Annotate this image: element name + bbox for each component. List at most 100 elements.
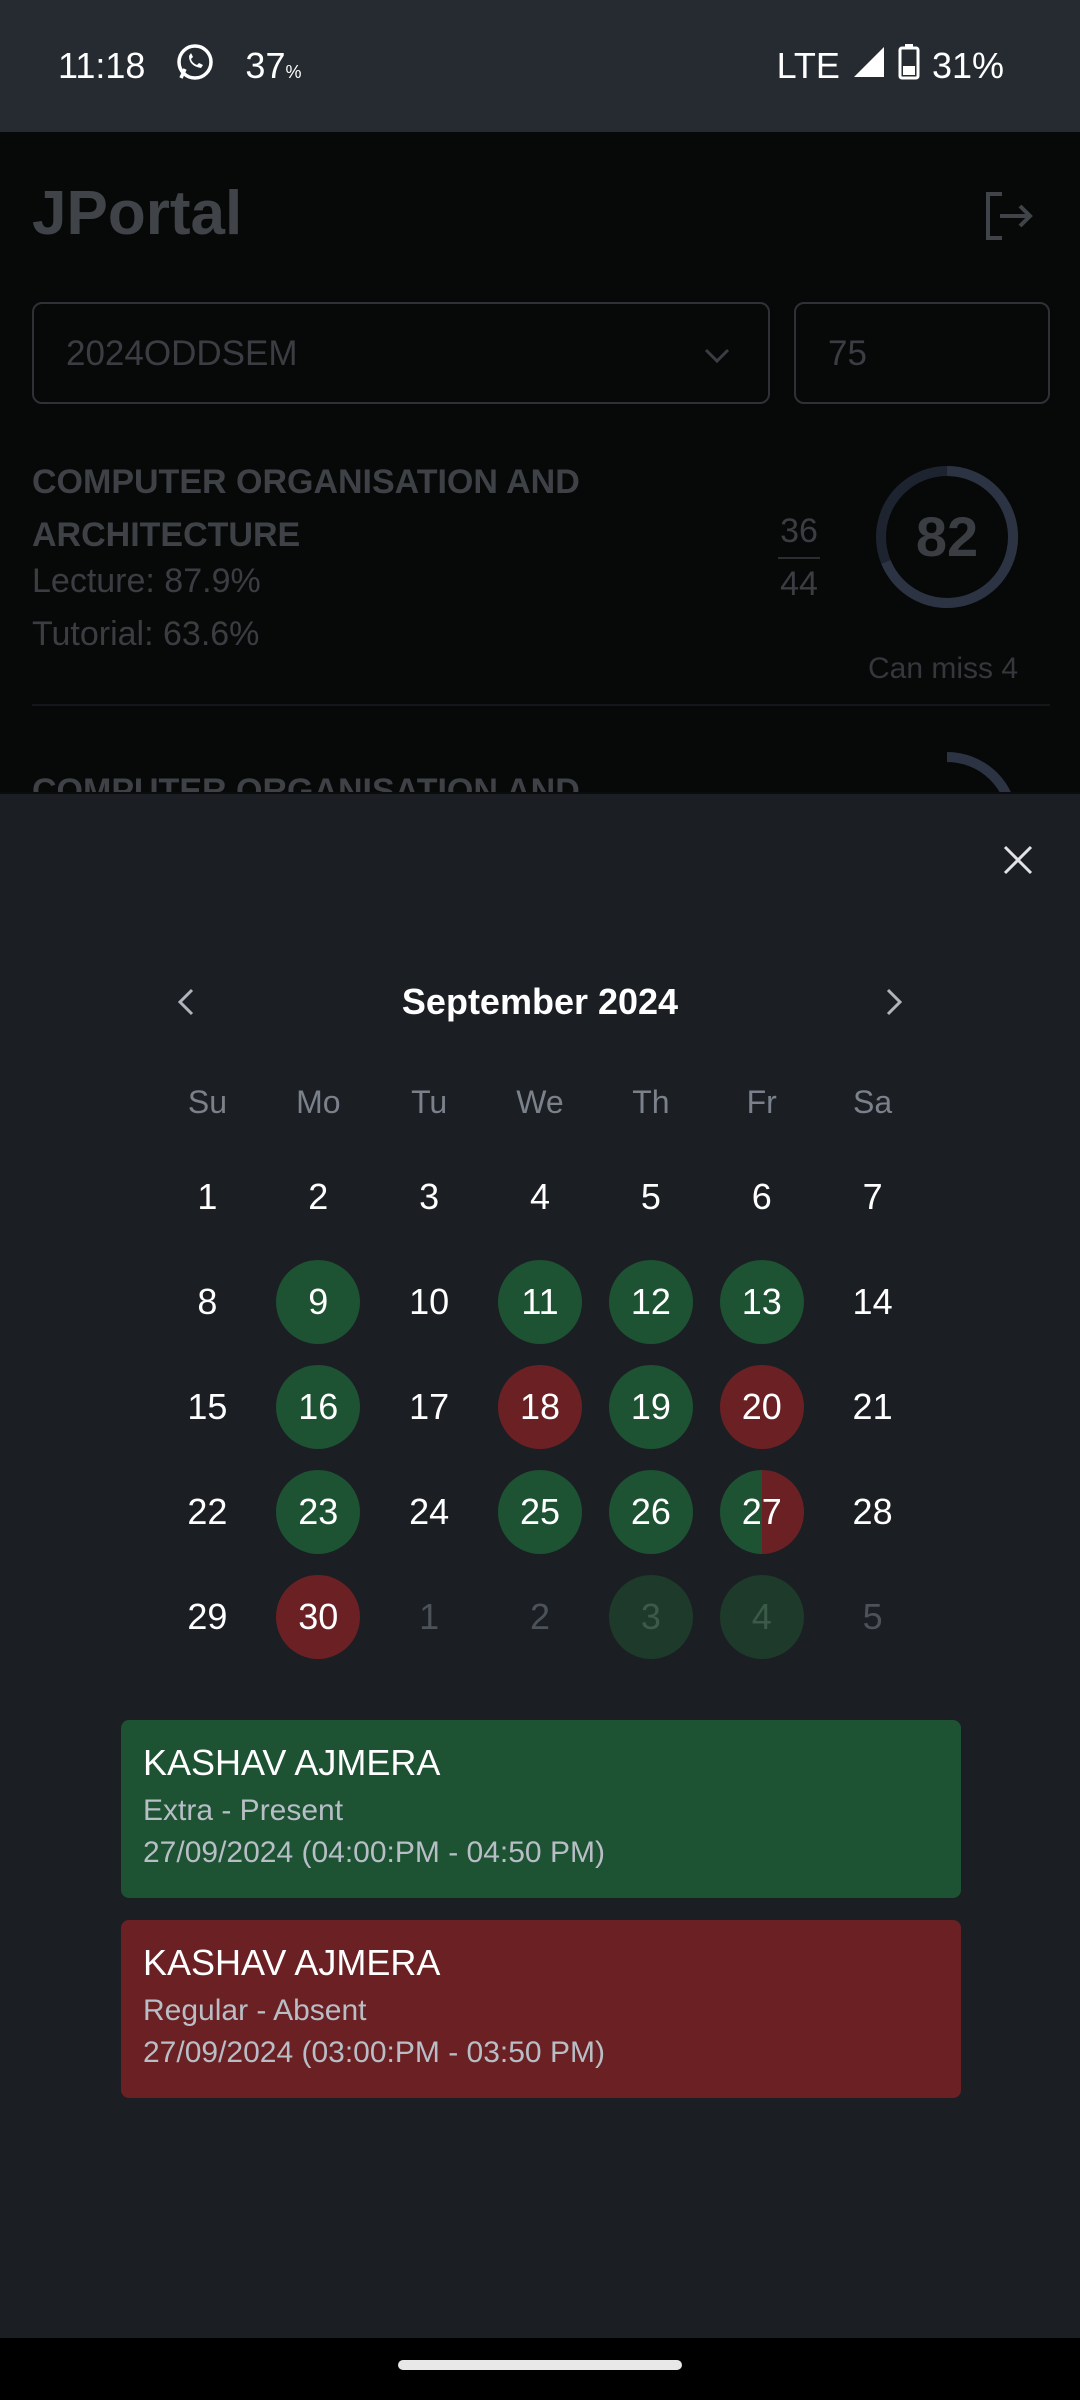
weekday-header: Su Mo Tu We Th Fr Sa xyxy=(152,1084,928,1121)
calendar-day-cell: 17 xyxy=(374,1354,485,1459)
calendar-day-cell: 18 xyxy=(485,1354,596,1459)
calendar-day-none[interactable]: 3 xyxy=(387,1155,471,1239)
attendance-ring: 82 xyxy=(872,462,1022,612)
battery-icon xyxy=(898,43,920,89)
calendar-day-none[interactable]: 28 xyxy=(831,1470,915,1554)
weekday-label: Mo xyxy=(296,1084,341,1120)
attendance-fraction: 36 44 xyxy=(778,512,820,604)
calendar-day-none[interactable]: 7 xyxy=(831,1155,915,1239)
calendar-day-none[interactable]: 17 xyxy=(387,1365,471,1449)
calendar-day-cell: 2 xyxy=(485,1564,596,1669)
calendar-day-cell: 5 xyxy=(595,1144,706,1249)
background-page: JPortal 2024ODDSEM 75 COMPUTER ORGANISAT… xyxy=(0,132,1080,792)
calendar-day-none[interactable]: 10 xyxy=(387,1260,471,1344)
calendar-day-none[interactable]: 2 xyxy=(276,1155,360,1239)
calendar-day-cell: 9 xyxy=(263,1249,374,1354)
calendar-day-faded[interactable]: 4 xyxy=(719,1574,804,1659)
calendar-day-present[interactable]: 26 xyxy=(608,1469,693,1554)
calendar-day-none[interactable]: 8 xyxy=(165,1260,249,1344)
calendar-day-other[interactable]: 1 xyxy=(387,1575,471,1659)
calendar-day-cell: 25 xyxy=(485,1459,596,1564)
calendar-day-present[interactable]: 23 xyxy=(276,1469,361,1554)
calendar-week: 15 16 17 18 19 20 21 xyxy=(152,1354,928,1459)
attendance-calendar-sheet: September 2024 Su Mo Tu We Th Fr Sa 1234… xyxy=(0,794,1080,2338)
close-icon[interactable] xyxy=(1002,844,1034,876)
calendar-day-present[interactable]: 9 xyxy=(276,1259,361,1344)
calendar-day-present[interactable]: 11 xyxy=(498,1259,582,1344)
calendar-day-cell: 1 xyxy=(374,1564,485,1669)
calendar-week: 29 30 1 2 3 4 5 xyxy=(152,1564,928,1669)
weekday-label: Fr xyxy=(746,1084,777,1120)
calendar-day-present[interactable]: 16 xyxy=(276,1364,361,1449)
calendar-day-absent[interactable]: 30 xyxy=(276,1574,361,1659)
calendar-day-cell: 30 xyxy=(263,1564,374,1669)
faculty-name: KASHAV AJMERA xyxy=(143,1742,441,1783)
logout-icon xyxy=(982,190,1034,242)
semester-select-value: 2024ODDSEM xyxy=(66,334,298,373)
calendar-grid: 1 2 3 4 5 6 7 8 9 10 11 12 13 14 15 16 17 18 19 20 21 22 23 24 2… xyxy=(152,1144,928,1669)
calendar-day-cell: 15 xyxy=(152,1354,263,1459)
calendar-day-cell: 4 xyxy=(485,1144,596,1249)
calendar-day-cell: 7 xyxy=(817,1144,928,1249)
calendar-day-none[interactable]: 15 xyxy=(165,1365,249,1449)
calendar-day-none[interactable]: 5 xyxy=(609,1155,693,1239)
session-time: 27/09/2024 (04:00:PM - 04:50 PM) xyxy=(143,1836,605,1869)
calendar-day-cell: 3 xyxy=(374,1144,485,1249)
calendar-day-cell: 11 xyxy=(485,1249,596,1354)
home-gesture-handle[interactable] xyxy=(398,2360,682,2370)
calendar-day-none[interactable]: 6 xyxy=(720,1155,804,1239)
next-month-button[interactable] xyxy=(868,972,920,1032)
weekday-label: Su xyxy=(187,1084,227,1120)
calendar-day-cell: 8 xyxy=(152,1249,263,1354)
calendar-day-none[interactable]: 29 xyxy=(165,1575,249,1659)
faculty-name: KASHAV AJMERA xyxy=(143,1942,441,1983)
calendar-day-absent[interactable]: 20 xyxy=(719,1364,804,1449)
session-time: 27/09/2024 (03:00:PM - 03:50 PM) xyxy=(143,2036,605,2069)
calendar-day-cell: 3 xyxy=(595,1564,706,1669)
attendance-ring-2 xyxy=(872,748,1022,792)
calendar-day-none[interactable]: 14 xyxy=(831,1260,915,1344)
target-attendance-input: 75 xyxy=(794,302,1050,404)
calendar-day-present[interactable]: 19 xyxy=(608,1364,693,1449)
weekday-label: We xyxy=(516,1084,564,1120)
calendar-day-none[interactable]: 22 xyxy=(165,1470,249,1554)
calendar-day-faded[interactable]: 3 xyxy=(608,1574,693,1659)
course-name: COMPUTER ORGANISATION AND ARCHITECTURE xyxy=(32,463,580,554)
calendar-day-cell: 29 xyxy=(152,1564,263,1669)
session-card-present[interactable]: KASHAV AJMERA Extra - Present 27/09/2024… xyxy=(121,1720,961,1898)
calendar-day-cell: 20 xyxy=(706,1354,817,1459)
calendar-day-absent[interactable]: 18 xyxy=(498,1364,582,1449)
weekday-label: Sa xyxy=(853,1084,893,1120)
temperature-value: 37 xyxy=(245,45,286,86)
app-title: JPortal xyxy=(32,179,243,248)
calendar-day-cell: 24 xyxy=(374,1459,485,1564)
status-time: 11:18 xyxy=(58,45,146,86)
calendar-day-none[interactable]: 4 xyxy=(498,1155,582,1239)
previous-month-button[interactable] xyxy=(160,972,212,1032)
calendar-day-cell: 10 xyxy=(374,1249,485,1354)
calendar-day-present[interactable]: 25 xyxy=(498,1469,582,1554)
calendar-day-cell: 2 xyxy=(263,1144,374,1249)
weekday-label: Tu xyxy=(411,1084,448,1120)
calendar-day-none[interactable]: 24 xyxy=(387,1470,471,1554)
chevron-right-icon[interactable] xyxy=(882,986,906,1018)
chevron-left-icon[interactable] xyxy=(174,986,198,1018)
temperature-unit: % xyxy=(285,62,302,82)
calendar-day-cell: 23 xyxy=(263,1459,374,1564)
attended-count: 36 xyxy=(780,512,818,550)
session-card-absent[interactable]: KASHAV AJMERA Regular - Absent 27/09/202… xyxy=(121,1920,961,2098)
close-button[interactable] xyxy=(992,834,1044,886)
calendar-day-cell: 22 xyxy=(152,1459,263,1564)
calendar-day-mixed[interactable]: 27 xyxy=(719,1469,804,1554)
calendar-day-other[interactable]: 2 xyxy=(498,1575,582,1659)
lecture-percent: Lecture: 87.9% xyxy=(32,562,261,600)
signal-icon xyxy=(852,45,886,88)
calendar-day-present[interactable]: 13 xyxy=(719,1259,804,1344)
calendar-day-present[interactable]: 12 xyxy=(608,1259,693,1344)
calendar-day-none[interactable]: 1 xyxy=(165,1155,249,1239)
calendar-day-other[interactable]: 5 xyxy=(831,1575,915,1659)
calendar-day-none[interactable]: 21 xyxy=(831,1365,915,1449)
calendar-day-cell: 12 xyxy=(595,1249,706,1354)
calendar-day-cell: 16 xyxy=(263,1354,374,1459)
navigation-bar xyxy=(0,2338,1080,2400)
